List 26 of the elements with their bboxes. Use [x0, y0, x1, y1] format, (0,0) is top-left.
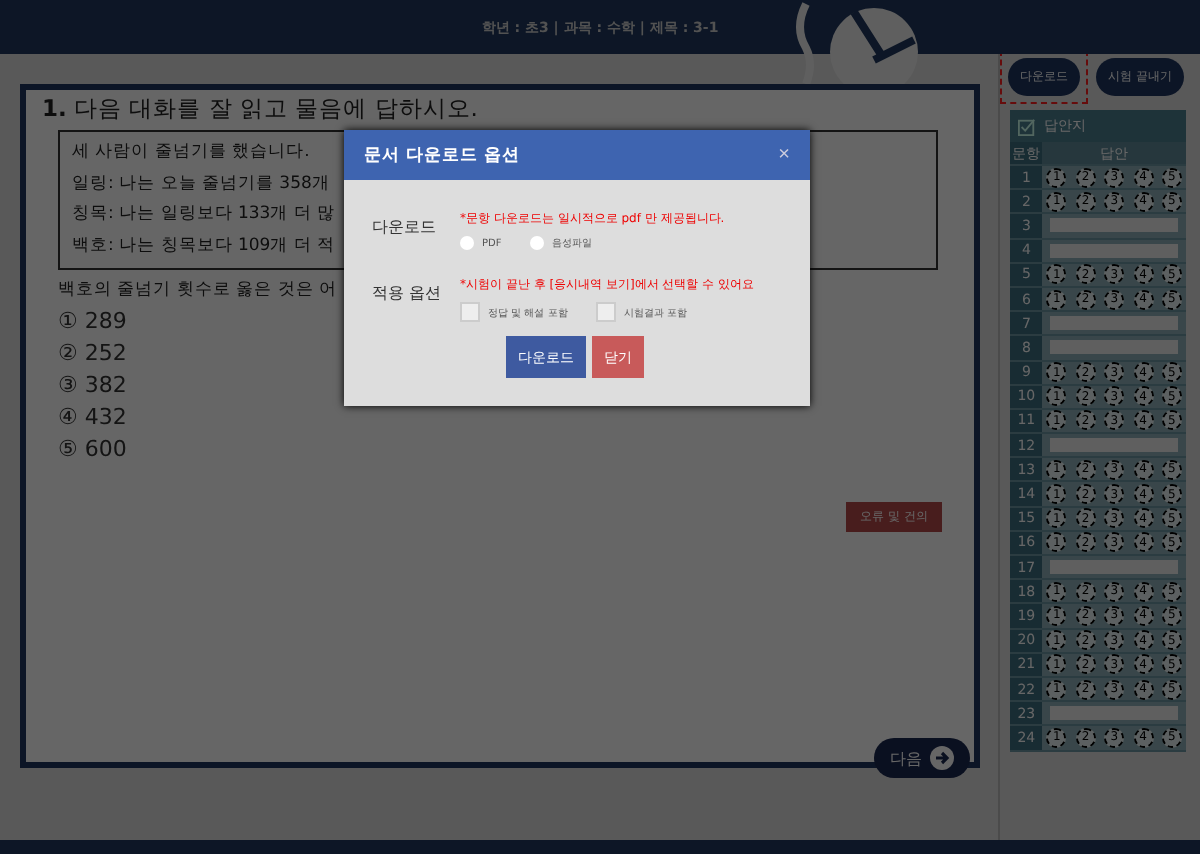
answer-input-field[interactable]	[1050, 706, 1179, 721]
answer-input-field[interactable]	[1050, 340, 1179, 355]
answer-option[interactable]: ⑤ 600	[58, 436, 958, 462]
answer-input-field[interactable]	[1050, 316, 1179, 331]
checklist-icon	[1018, 117, 1037, 135]
passage-line: 백호: 나는 칭목보다 109개 더 적	[72, 233, 336, 259]
answer-input-field[interactable]	[1050, 438, 1179, 453]
option-label: 다운로드	[372, 216, 438, 238]
arrow-icon	[930, 746, 954, 770]
close-button[interactable]: ×	[778, 144, 790, 166]
passage-line: 칭목: 나는 일링보다 133개 더 많	[72, 202, 336, 228]
radio-button[interactable]	[529, 236, 544, 250]
passage-line: 일링: 나는 오늘 줄넘기를 358개	[72, 171, 330, 197]
answer-input-field[interactable]	[1050, 560, 1179, 575]
answer-input-field[interactable]	[1050, 218, 1179, 233]
checkbox[interactable]	[595, 302, 616, 322]
answer-option[interactable]: ④ 432	[58, 404, 958, 430]
next-button[interactable]: 다음	[874, 738, 970, 778]
option-label: 적용 옵션	[372, 282, 444, 304]
question-text: 백호의 줄넘기 횟수로 옳은 것은 어	[58, 278, 338, 302]
passage-line: 세 사람이 줄넘기를 했습니다.	[72, 140, 310, 166]
radio-button[interactable]	[460, 236, 474, 250]
checkbox[interactable]	[460, 302, 480, 322]
question-prompt: 1. 다음 대화를 잘 읽고 물음에 답하시오.	[42, 94, 480, 124]
answer-input-field[interactable]	[1050, 243, 1179, 258]
dialog-title: 문서 다운로드 옵션	[364, 143, 520, 167]
